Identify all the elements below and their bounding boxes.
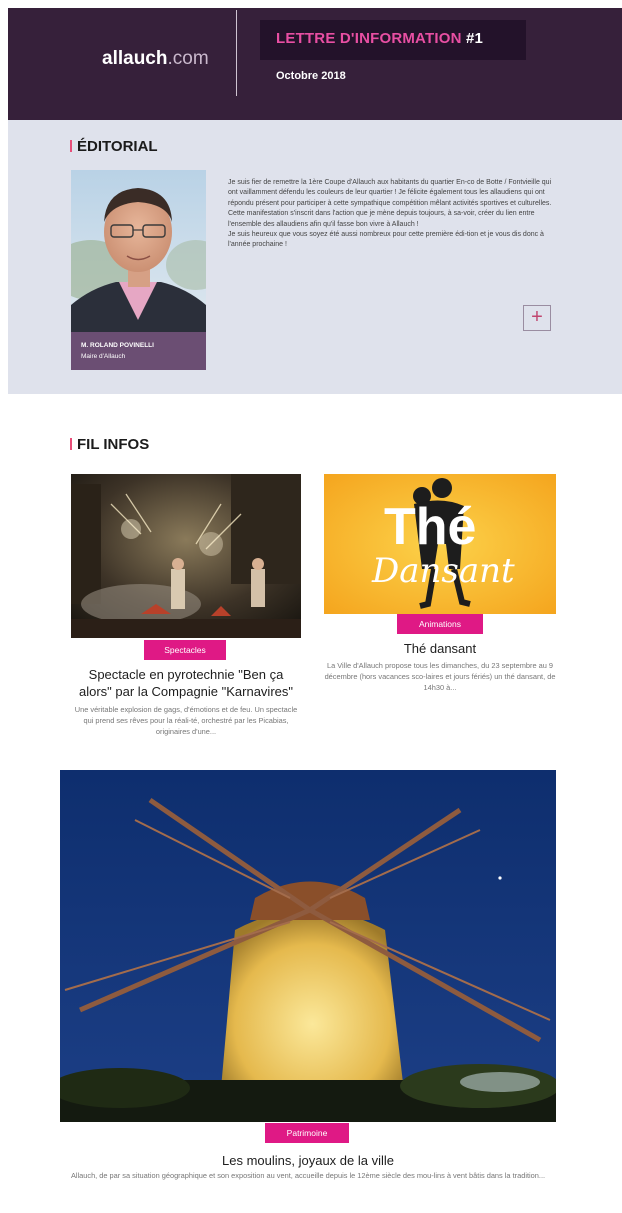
article-excerpt: Allauch, de par sa situation géographiqu…	[70, 1171, 546, 1180]
header-divider	[236, 10, 237, 96]
article-excerpt: La Ville d'Allauch propose tous les dima…	[324, 661, 556, 692]
mayor-name: M. ROLAND POVINELLI	[81, 342, 154, 349]
newsletter-number: #1	[465, 30, 484, 47]
mayor-role: Maire d'Allauch	[81, 353, 126, 360]
editorial-title: ÉDITORIAL	[77, 138, 158, 155]
editorial-section: ÉDITORIAL M. ROLAND POVINELLI Maire d'Al…	[8, 120, 622, 394]
editorial-paragraph: Je suis heureux que vous soyez été aussi…	[228, 231, 544, 249]
issue-date: Octobre 2018	[276, 70, 346, 82]
read-more-plus-button[interactable]: +	[523, 305, 551, 331]
editorial-text: Je suis fier de remettre la 1ère Coupe d…	[228, 178, 554, 251]
article-title[interactable]: Les moulins, joyaux de la ville	[60, 1152, 556, 1169]
site-logo[interactable]: allauch.com	[102, 48, 209, 70]
article-image-pyrotechnie[interactable]	[71, 474, 301, 638]
editorial-paragraph: Je suis fier de remettre la 1ère Coupe d…	[228, 179, 552, 207]
article-excerpt: Une véritable explosion de gags, d'émoti…	[74, 705, 298, 736]
header: allauch.com LETTRE D'INFORMATION #1 Octo…	[8, 8, 622, 120]
article-title[interactable]: Spectacle en pyrotechnie "Ben ça alors" …	[71, 666, 301, 700]
category-tag[interactable]: Patrimoine	[265, 1123, 349, 1143]
newsletter-title-box: LETTRE D'INFORMATION #1	[260, 20, 526, 60]
heading-accent-bar	[70, 140, 72, 152]
editorial-paragraph: Cette manifestation s'inscrit dans l'act…	[228, 210, 535, 228]
logo-suffix: .com	[167, 48, 209, 69]
portrait-caption: M. ROLAND POVINELLI Maire d'Allauch	[71, 332, 206, 370]
heading-accent-bar	[70, 438, 72, 450]
mayor-portrait	[71, 170, 206, 332]
article-title[interactable]: Thé dansant	[324, 640, 556, 657]
article-image-the-dansant[interactable]: Thé Dansant	[324, 474, 556, 614]
fil-infos-title: FIL INFOS	[77, 436, 150, 453]
logo-main: allauch	[102, 48, 168, 69]
article-image-moulin[interactable]	[60, 770, 556, 1122]
editorial-heading: ÉDITORIAL	[70, 138, 158, 155]
category-tag[interactable]: Animations	[397, 614, 483, 634]
the-dansant-image-subtitle: Dansant	[371, 551, 515, 591]
newsletter-page: allauch.com LETTRE D'INFORMATION #1 Octo…	[8, 8, 622, 1213]
newsletter-label: LETTRE D'INFORMATION	[276, 30, 462, 47]
category-tag[interactable]: Spectacles	[144, 640, 226, 660]
fil-infos-heading: FIL INFOS	[70, 436, 149, 453]
the-dansant-image-title: Thé	[384, 498, 476, 556]
newsletter-title: LETTRE D'INFORMATION #1	[276, 30, 483, 47]
